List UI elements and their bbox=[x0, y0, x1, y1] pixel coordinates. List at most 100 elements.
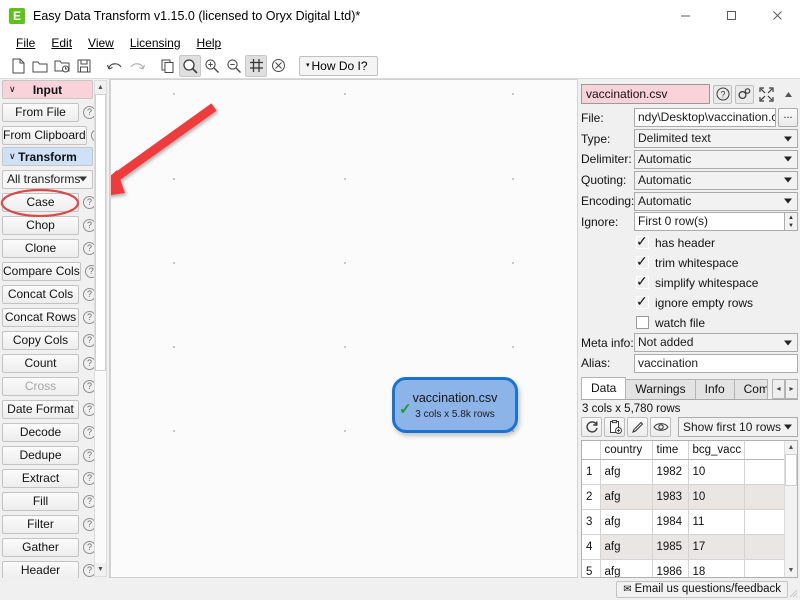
workflow-canvas[interactable]: ✓ vaccination.csv 3 cols x 5.8k rows bbox=[110, 79, 578, 578]
checkbox-has-header[interactable] bbox=[636, 236, 649, 249]
table-row[interactable]: 3afg198411 bbox=[582, 509, 797, 534]
row-number-cell[interactable]: 5 bbox=[582, 559, 600, 578]
copy-to-clipboard-icon[interactable] bbox=[604, 417, 625, 437]
cell-bcg_vacc[interactable]: 10 bbox=[688, 484, 744, 509]
question-circle-icon[interactable]: ? bbox=[713, 85, 732, 104]
tab-warnings[interactable]: Warnings bbox=[625, 379, 695, 399]
checkbox-trim-whitespace[interactable] bbox=[636, 256, 649, 269]
sidebar-item-clone[interactable]: Clone bbox=[2, 239, 79, 258]
table-row[interactable]: 4afg198517 bbox=[582, 534, 797, 559]
cell-time[interactable]: 1982 bbox=[652, 459, 688, 484]
undo-icon[interactable] bbox=[104, 55, 126, 77]
grid-scroll-down-icon[interactable]: ▼ bbox=[785, 564, 797, 577]
menu-view[interactable]: View bbox=[80, 34, 122, 52]
refresh-icon[interactable] bbox=[581, 417, 602, 437]
open-recent-icon[interactable] bbox=[51, 55, 73, 77]
eye-preview-icon[interactable] bbox=[650, 417, 671, 437]
redo-icon[interactable] bbox=[126, 55, 148, 77]
menu-file[interactable]: File bbox=[8, 34, 43, 52]
checkbox-simplify-whitespace[interactable] bbox=[636, 276, 649, 289]
cell-bcg_vacc[interactable]: 17 bbox=[688, 534, 744, 559]
file-path-input[interactable]: ndy\Desktop\vaccination.csv bbox=[634, 108, 776, 127]
stepper-up-icon[interactable]: ▲ bbox=[785, 213, 797, 222]
type-select[interactable]: Delimited text bbox=[634, 129, 798, 148]
browse-file-button[interactable]: ... bbox=[778, 108, 798, 127]
table-row[interactable]: 1afg198210 bbox=[582, 459, 797, 484]
table-row[interactable]: 2afg198310 bbox=[582, 484, 797, 509]
grid-icon[interactable] bbox=[245, 55, 267, 77]
cell-time[interactable]: 1983 bbox=[652, 484, 688, 509]
panel-scroll-up-icon[interactable] bbox=[779, 85, 798, 104]
sidebar-item-fill[interactable]: Fill bbox=[2, 492, 79, 511]
sidebar-item-dedupe[interactable]: Dedupe bbox=[2, 446, 79, 465]
menu-licensing[interactable]: Licensing bbox=[122, 34, 189, 52]
checkbox-ignore-empty-rows[interactable] bbox=[636, 296, 649, 309]
cell-time[interactable]: 1985 bbox=[652, 534, 688, 559]
data-grid-container[interactable]: countrytimebcg_vacc 1afg1982102afg198310… bbox=[581, 440, 798, 578]
grid-scroll-up-icon[interactable]: ▲ bbox=[785, 441, 797, 454]
open-folder-icon[interactable] bbox=[29, 55, 51, 77]
sidebar-item-concat-rows[interactable]: Concat Rows bbox=[2, 308, 79, 327]
zoom-in-icon[interactable] bbox=[201, 55, 223, 77]
column-header-country[interactable]: country bbox=[600, 441, 652, 459]
cell-bcg_vacc[interactable]: 10 bbox=[688, 459, 744, 484]
cell-time[interactable]: 1984 bbox=[652, 509, 688, 534]
grid-vertical-scrollbar[interactable]: ▲ ▼ bbox=[784, 441, 797, 577]
tab-com[interactable]: Com bbox=[734, 379, 768, 399]
scroll-up-icon[interactable]: ▲ bbox=[95, 81, 106, 94]
cell-time[interactable]: 1986 bbox=[652, 559, 688, 578]
zoom-out-icon[interactable] bbox=[223, 55, 245, 77]
cell-country[interactable]: afg bbox=[600, 509, 652, 534]
close-icon[interactable] bbox=[754, 0, 800, 32]
tab-info[interactable]: Info bbox=[695, 379, 735, 399]
dataset-node-vaccination[interactable]: ✓ vaccination.csv 3 cols x 5.8k rows bbox=[392, 377, 518, 433]
tab-data[interactable]: Data bbox=[581, 377, 626, 399]
resize-grip-icon[interactable] bbox=[786, 586, 798, 598]
cell-country[interactable]: afg bbox=[600, 559, 652, 578]
minimize-icon[interactable] bbox=[662, 0, 708, 32]
stepper-down-icon[interactable]: ▼ bbox=[785, 222, 797, 231]
sidebar-item-compare-cols[interactable]: Compare Cols bbox=[2, 262, 81, 281]
table-row[interactable]: 5afg198618 bbox=[582, 559, 797, 578]
row-number-header[interactable] bbox=[582, 441, 600, 459]
tab-next-icon[interactable]: ▸ bbox=[785, 379, 798, 399]
copy-icon[interactable] bbox=[157, 55, 179, 77]
scroll-down-icon[interactable]: ▼ bbox=[95, 563, 106, 576]
alias-input[interactable]: vaccination bbox=[634, 354, 798, 373]
ignore-rows-stepper[interactable]: ▲ ▼ bbox=[784, 212, 798, 231]
sidebar-item-copy-cols[interactable]: Copy Cols bbox=[2, 331, 79, 350]
cell-bcg_vacc[interactable]: 11 bbox=[688, 509, 744, 534]
edit-pencil-icon[interactable] bbox=[627, 417, 648, 437]
cell-country[interactable]: afg bbox=[600, 484, 652, 509]
zoom-fit-icon[interactable] bbox=[179, 55, 201, 77]
gears-icon[interactable] bbox=[735, 85, 754, 104]
quoting-select[interactable]: Automatic bbox=[634, 171, 798, 190]
sidebar-section-transform[interactable]: ∨Transform bbox=[2, 147, 93, 166]
sidebar-item-from-clipboard[interactable]: From Clipboard bbox=[2, 126, 87, 145]
rows-display-select[interactable]: Show first 10 rows bbox=[678, 417, 798, 437]
tab-prev-icon[interactable]: ◂ bbox=[772, 379, 785, 399]
row-number-cell[interactable]: 2 bbox=[582, 484, 600, 509]
column-header-time[interactable]: time bbox=[652, 441, 688, 459]
panel-dataset-name[interactable]: vaccination.csv bbox=[581, 84, 710, 104]
sidebar-section-input[interactable]: ∨Input bbox=[2, 80, 93, 99]
sidebar-item-case[interactable]: Case bbox=[2, 193, 79, 212]
menu-edit[interactable]: Edit bbox=[43, 34, 80, 52]
sidebar-item-from-file[interactable]: From File bbox=[2, 103, 79, 122]
row-number-cell[interactable]: 1 bbox=[582, 459, 600, 484]
ignore-rows-input[interactable]: First 0 row(s) bbox=[634, 212, 785, 231]
sidebar-item-decode[interactable]: Decode bbox=[2, 423, 79, 442]
cell-bcg_vacc[interactable]: 18 bbox=[688, 559, 744, 578]
checkbox-watch-file[interactable] bbox=[636, 316, 649, 329]
sidebar-item-chop[interactable]: Chop bbox=[2, 216, 79, 235]
sidebar-item-gather[interactable]: Gather bbox=[2, 538, 79, 557]
row-number-cell[interactable]: 3 bbox=[582, 509, 600, 534]
menu-help[interactable]: Help bbox=[189, 34, 230, 52]
sidebar-scroll-thumb[interactable] bbox=[95, 94, 106, 371]
transform-filter-select[interactable]: All transforms bbox=[2, 170, 93, 189]
cell-country[interactable]: afg bbox=[600, 534, 652, 559]
new-file-icon[interactable] bbox=[7, 55, 29, 77]
how-do-i-button[interactable]: ▾ How Do I? bbox=[299, 56, 378, 76]
sidebar-item-extract[interactable]: Extract bbox=[2, 469, 79, 488]
sidebar-item-count[interactable]: Count bbox=[2, 354, 79, 373]
